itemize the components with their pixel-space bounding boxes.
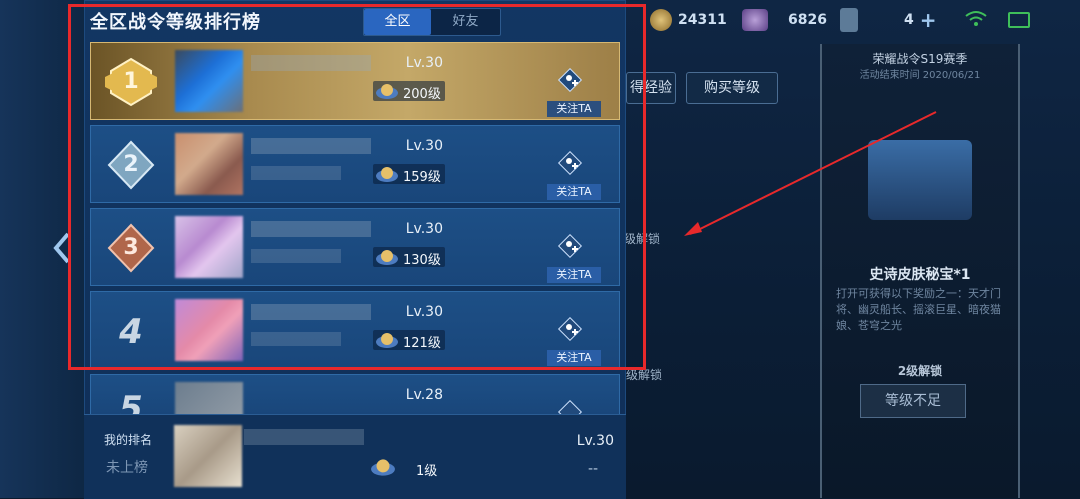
reward-name: 史诗皮肤秘宝*1 (869, 267, 971, 283)
player-lv: Lv.28 (405, 387, 443, 403)
season-title: 荣耀战令S19赛季 (872, 52, 968, 66)
rank-row-5[interactable]: 5 Lv.28 (90, 374, 620, 416)
battery-icon (1008, 12, 1030, 28)
my-rank-dash: -- (588, 461, 599, 477)
season-end-time: 活动结束时间 2020/06/21 (859, 70, 981, 81)
my-avatar (174, 425, 242, 487)
battle-pass-icon (371, 459, 395, 476)
level-insufficient-button[interactable]: 等级不足 (860, 384, 966, 418)
reward-description: 打开可获得以下奖励之一：天才门将、幽灵船长、摇滚巨星、暗夜猫娘、苍穹之光 (836, 287, 1001, 332)
cards-counter: 4 + (840, 6, 937, 34)
my-level-value: 1级 (416, 464, 438, 479)
highlight-box (68, 4, 646, 370)
annotation-arrow-icon (684, 111, 937, 236)
card-icon (840, 8, 858, 32)
my-lv: Lv.30 (576, 433, 614, 449)
coin-icon (650, 9, 672, 31)
buy-level-button[interactable]: 购买等级 (686, 72, 778, 104)
my-rank-bar: 我的排名 未上榜 Lv.30 1级 -- (84, 414, 626, 499)
add-icon[interactable]: + (920, 8, 937, 32)
gem-icon (742, 9, 768, 31)
cards-value: 4 (904, 12, 914, 28)
gems-value: 6826 (788, 12, 827, 28)
gems-counter: 6826 (742, 6, 827, 34)
my-battle-pass-level: 1级 (370, 457, 442, 479)
wifi-icon (964, 10, 988, 28)
my-rank-label: 我的排名 (104, 433, 153, 447)
coins-value: 24311 (678, 12, 727, 28)
my-rank-value: 未上榜 (106, 460, 148, 476)
unlock-requirement: 2级解锁 (897, 364, 943, 378)
rank-number: 5 (119, 389, 143, 416)
coins-counter: 24311 (650, 6, 727, 34)
avatar (175, 382, 243, 415)
my-name-blurred (244, 429, 364, 445)
